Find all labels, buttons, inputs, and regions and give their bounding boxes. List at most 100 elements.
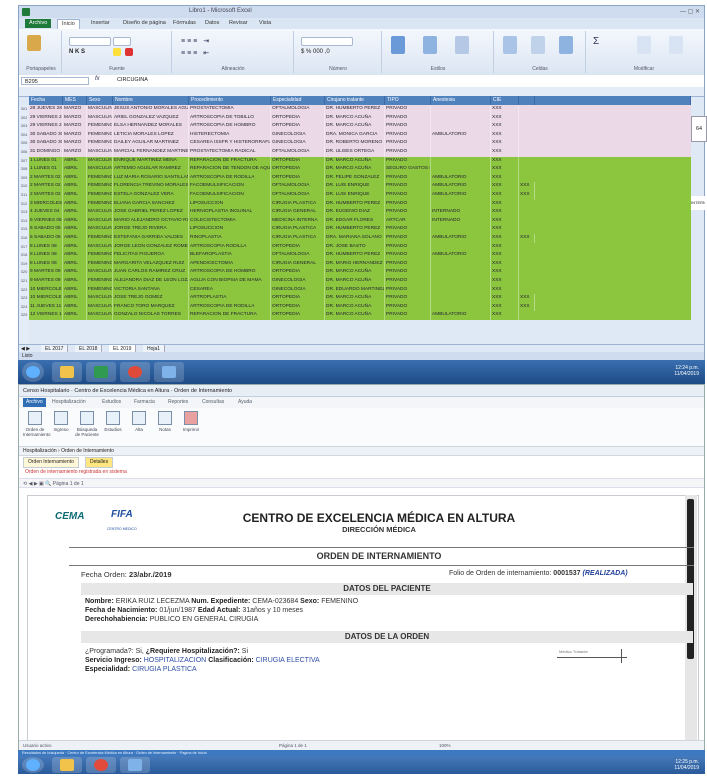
fx-icon[interactable]: fx: [95, 76, 100, 82]
table-cell[interactable]: PRIVADO: [385, 105, 431, 114]
table-cell[interactable]: GINECOLOGIA: [271, 285, 325, 295]
table-cell[interactable]: 31 DOMINGO 31: [29, 148, 63, 157]
table-cell[interactable]: PRIVADO: [385, 208, 431, 217]
column-header[interactable]: Especialidad: [271, 96, 325, 105]
column-header[interactable]: Procedimiento: [189, 96, 271, 105]
table-cell[interactable]: CIRUGIA PLASTICA: [271, 234, 325, 243]
table-cell[interactable]: CIRUGIA PLASTICA: [271, 199, 325, 209]
table-cell[interactable]: FELICITAS FIGUEROA: [113, 251, 189, 260]
table-cell[interactable]: [431, 225, 491, 234]
table-cell[interactable]: DR. JOSE BASTO: [325, 242, 385, 252]
table-cell[interactable]: FEMENINO: [87, 199, 113, 209]
table-cell[interactable]: AGUJA CON BIOPSIA DE MAMA: [189, 277, 271, 286]
table-cell[interactable]: FEMENINO: [87, 182, 113, 191]
table-cell[interactable]: 4 JUEVES 04: [29, 208, 63, 217]
table-cell[interactable]: MARGARITA VELAZQUEZ RUIZ: [113, 259, 189, 269]
table-cell[interactable]: DR. MARCO ACUÑA: [325, 311, 385, 320]
table-cell[interactable]: ESTEFANIA GARRIDA VALDES: [113, 234, 189, 243]
table-cell[interactable]: 29 VIERNES 29: [29, 113, 63, 123]
bold-icon[interactable]: N K S: [69, 49, 85, 55]
table-cell[interactable]: PRIVADO: [385, 191, 431, 200]
app-tab-farmacia[interactable]: Farmacia: [131, 398, 158, 407]
table-cell[interactable]: PRIVADO: [385, 130, 431, 140]
column-header[interactable]: Nombre: [113, 96, 189, 105]
table-cell[interactable]: [431, 285, 491, 295]
table-cell[interactable]: [431, 242, 491, 252]
side-count-cell[interactable]: 64: [691, 116, 707, 142]
font-color-icon[interactable]: [125, 48, 133, 56]
table-cell[interactable]: ARTROSCOPIA DE RODILLA: [189, 173, 271, 183]
table-row[interactable]: 10 MIERCOLES 10ABRILFEMENINOVICTORIA SAN…: [29, 285, 691, 295]
table-cell[interactable]: MASCULINO: [87, 242, 113, 252]
table-row[interactable]: 8 LUNES 08 ABRIL FEMENINO MARGARITA VELAZQU…: [29, 259, 691, 269]
row-number[interactable]: 315: [19, 226, 29, 231]
table-cell[interactable]: ABRIL: [63, 251, 87, 260]
table-row[interactable]: 11 JUEVES 11ABRILMASCULINOFRANCO TORO MA…: [29, 302, 691, 312]
table-cell[interactable]: FEMENINO: [87, 234, 113, 243]
table-cell[interactable]: 2 MARTES 02: [29, 173, 63, 183]
column-header[interactable]: [519, 96, 535, 105]
table-cell[interactable]: 6 SABADO 06: [29, 225, 63, 234]
table-cell[interactable]: XXX: [491, 173, 519, 183]
column-header[interactable]: [535, 96, 691, 105]
table-cell[interactable]: PRIVADO: [385, 122, 431, 131]
table-cell[interactable]: FEMENINO: [87, 139, 113, 148]
column-header[interactable]: Sexo: [87, 96, 113, 105]
row-number[interactable]: 308: [19, 166, 29, 171]
format-cells-icon[interactable]: [559, 36, 573, 54]
table-cell[interactable]: ABRIL: [63, 242, 87, 252]
table-row[interactable]: 6 SABADO 06 ABRIL FEMENINO ESTEFANIA GARRID…: [29, 234, 691, 243]
table-cell[interactable]: ABRIL: [63, 182, 87, 191]
table-cell[interactable]: DR. HUMBERTO PEREZ: [325, 105, 385, 114]
table-cell[interactable]: LIPOSUCCION: [189, 199, 271, 209]
table-cell[interactable]: [431, 156, 491, 166]
table-row[interactable]: 29 VIERNES 29 MARZO FEMENINO ELSA HERNANDEZ…: [29, 122, 691, 131]
table-cell[interactable]: ORTOPEDIA: [271, 165, 325, 174]
table-cell[interactable]: FEMENINO: [87, 251, 113, 260]
table-row[interactable]: 12 VIERNES 12ABRILMASCULINOGONZALO NICOL…: [29, 311, 691, 320]
table-cell[interactable]: CIRUGIA GENERAL: [271, 208, 325, 217]
table-cell[interactable]: XXX: [491, 191, 519, 200]
table-cell[interactable]: GINECOLOGIA: [271, 130, 325, 140]
table-cell[interactable]: XXX: [491, 242, 519, 252]
table-cell[interactable]: AMBULATORIO: [431, 130, 491, 140]
table-cell[interactable]: 8 LUNES 08: [29, 242, 63, 252]
table-cell[interactable]: DR. LUIS ENRIQUE: [325, 182, 385, 191]
column-header[interactable]: TIPO: [385, 96, 431, 105]
table-cell[interactable]: PRIVADO: [385, 199, 431, 209]
table-cell[interactable]: PRIVADO: [385, 259, 431, 269]
table-cell[interactable]: REPARACION DE FRACTURA: [189, 311, 271, 320]
clock[interactable]: 12:24 p.m. 11/04/2019: [674, 365, 699, 377]
table-cell[interactable]: DR. MARCO ACUÑA: [325, 277, 385, 286]
table-cell[interactable]: MASCULINO: [87, 294, 113, 303]
table-cell[interactable]: DR. MARCO ACUÑA: [325, 165, 385, 174]
table-cell[interactable]: ABRIL: [63, 302, 87, 312]
table-cell[interactable]: DAILEY AGUILAR MARTINEZ: [113, 139, 189, 148]
table-cell[interactable]: ABRIL: [63, 234, 87, 243]
table-cell[interactable]: HERNIOPLASTIA INGUINAL: [189, 208, 271, 217]
taskbar2-chrome[interactable]: [86, 757, 116, 773]
table-cell[interactable]: ARIEL GONZALEZ VAZQUEZ: [113, 113, 189, 123]
table-cell[interactable]: DR. MARCO ACUÑA: [325, 294, 385, 303]
table-cell[interactable]: PRIVADO: [385, 156, 431, 166]
table-cell[interactable]: GONZALO NICOLAS TORRES: [113, 311, 189, 320]
app-tab-estudios[interactable]: Estudios: [99, 398, 124, 407]
align-icons-2[interactable]: ≡≡≡ ⇤: [181, 49, 211, 57]
table-row[interactable]: 8 LUNES 08 ABRIL FEMENINO FELICITAS FIGUERO…: [29, 251, 691, 260]
table-cell[interactable]: MASCULINO: [87, 156, 113, 166]
table-cell[interactable]: DR. ULISES ORTEGA: [325, 148, 385, 157]
table-cell[interactable]: 8 LUNES 08: [29, 251, 63, 260]
table-row[interactable]: 2 MARTES 02 ABRIL FEMENINO FLORENCIA TREVIN…: [29, 182, 691, 191]
table-cell[interactable]: ABRIL: [63, 311, 87, 320]
table-cell[interactable]: [431, 122, 491, 131]
column-header[interactable]: Anestesia: [431, 96, 491, 105]
table-cell[interactable]: 12 VIERNES 12: [29, 311, 63, 320]
table-cell[interactable]: ABRIL: [63, 277, 87, 286]
table-cell[interactable]: ELIANA GARCIA SANCHEZ: [113, 199, 189, 209]
app-tab-consultas[interactable]: Consultas: [199, 398, 227, 407]
row-number[interactable]: 302: [19, 115, 29, 120]
table-cell[interactable]: JESUS ANTONIO MORALES AGUILAR: [113, 105, 189, 114]
table-cell[interactable]: JUAN CARLOS RAMIREZ CRUZ: [113, 268, 189, 277]
table-cell[interactable]: PRIVADO: [385, 139, 431, 148]
row-number[interactable]: 301: [19, 106, 29, 111]
